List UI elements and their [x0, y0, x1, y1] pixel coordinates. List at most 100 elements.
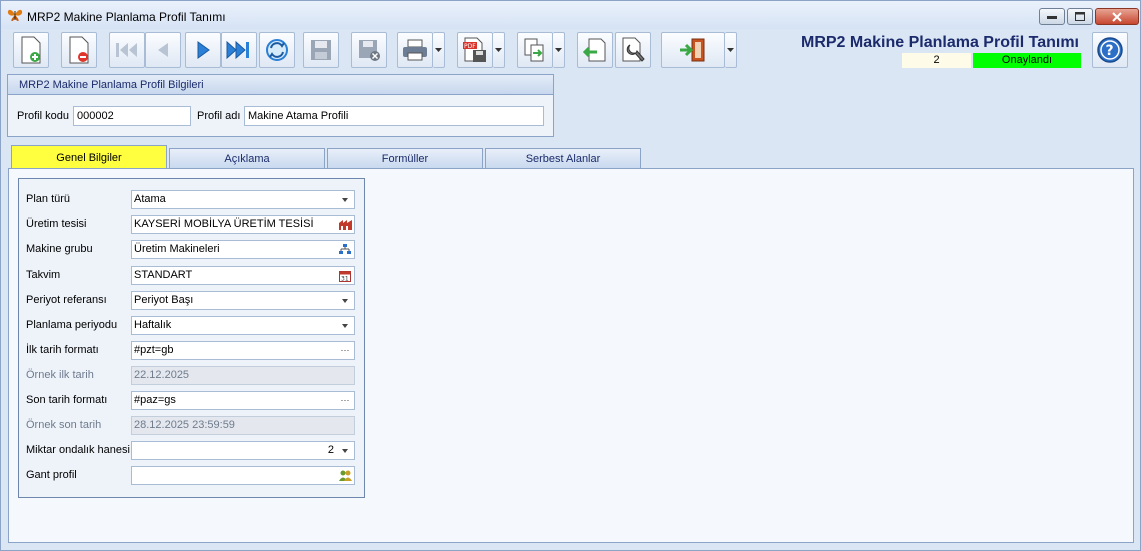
- minimize-button[interactable]: [1039, 8, 1065, 25]
- status-badge: Onaylandı: [973, 53, 1081, 68]
- tab-panel-genel-bilgiler: Plan türü Atama Üretim tesisi KAYSERİ MO…: [8, 168, 1134, 543]
- ellipsis-icon[interactable]: ···: [337, 393, 353, 408]
- exit-dropdown[interactable]: [725, 32, 737, 68]
- gantt-profile-label: Gant profil: [26, 469, 77, 481]
- profile-name-label: Profil adı: [197, 110, 241, 122]
- save-icon: [311, 40, 331, 60]
- production-facility-value: KAYSERİ MOBİLYA ÜRETİM TESİSİ: [134, 218, 314, 230]
- period-reference-value: Periyot Başı: [134, 294, 194, 306]
- planning-period-label: Planlama periyodu: [26, 319, 118, 331]
- last-record-icon: [226, 40, 249, 60]
- import-button[interactable]: [577, 32, 613, 68]
- refresh-button[interactable]: [259, 32, 295, 68]
- help-button[interactable]: ?: [1092, 32, 1128, 68]
- quantity-decimals-value: 2: [327, 444, 334, 456]
- chevron-down-icon: [495, 48, 502, 52]
- planning-period-select[interactable]: Haftalık: [131, 316, 355, 335]
- save-close-button[interactable]: [351, 32, 387, 68]
- gantt-profile-field[interactable]: [131, 466, 355, 485]
- print-icon: [403, 39, 427, 61]
- pdf-button[interactable]: PDF: [457, 32, 493, 68]
- previous-record-button[interactable]: [145, 32, 181, 68]
- first-date-format-field[interactable]: #pzt=gb ···: [131, 341, 355, 360]
- minimize-icon: [1047, 15, 1057, 19]
- pdf-dropdown[interactable]: [493, 32, 505, 68]
- last-date-format-value: #paz=gs: [134, 394, 176, 406]
- tab-aciklama[interactable]: Açıklama: [169, 148, 325, 168]
- first-record-button[interactable]: [109, 32, 145, 68]
- maximize-button[interactable]: [1067, 8, 1093, 25]
- delete-document-icon: [69, 36, 89, 64]
- new-document-icon: [21, 36, 41, 64]
- help-icon: ?: [1097, 37, 1123, 63]
- calendar-field[interactable]: STANDART 31: [131, 266, 355, 285]
- record-count: 2: [902, 53, 971, 68]
- main-window: MRP2 Makine Planlama Profil Tanımı PDF M…: [0, 0, 1141, 551]
- next-record-icon: [197, 41, 210, 59]
- close-button[interactable]: [1095, 8, 1139, 25]
- profile-code-field[interactable]: 000002: [73, 106, 191, 126]
- page-title: MRP2 Makine Planlama Profil Tanımı: [801, 34, 1079, 51]
- last-record-button[interactable]: [221, 32, 257, 68]
- last-date-format-field[interactable]: #paz=gs ···: [131, 391, 355, 410]
- tab-formuller[interactable]: Formüller: [327, 148, 483, 168]
- refresh-icon: [266, 39, 288, 61]
- exit-button[interactable]: [661, 32, 725, 68]
- chevron-down-icon[interactable]: [337, 318, 353, 333]
- maximize-icon: [1075, 12, 1085, 21]
- plan-type-label: Plan türü: [26, 193, 71, 205]
- print-button[interactable]: [397, 32, 433, 68]
- factory-icon[interactable]: [337, 217, 353, 232]
- sample-last-date-label: Örnek son tarih: [26, 419, 102, 431]
- close-icon: [1112, 11, 1122, 22]
- svg-text:31: 31: [341, 275, 349, 282]
- sample-first-date-label: Örnek ilk tarih: [26, 369, 94, 381]
- planning-period-value: Haftalık: [134, 319, 172, 331]
- chevron-down-icon[interactable]: [337, 192, 353, 207]
- production-facility-field[interactable]: KAYSERİ MOBİLYA ÜRETİM TESİSİ: [131, 215, 355, 234]
- hierarchy-icon[interactable]: [337, 242, 353, 257]
- export-dropdown[interactable]: [553, 32, 565, 68]
- settings-button[interactable]: [615, 32, 651, 68]
- window-title: MRP2 Makine Planlama Profil Tanımı: [27, 10, 226, 24]
- plan-type-select[interactable]: Atama: [131, 190, 355, 209]
- save-button[interactable]: [303, 32, 339, 68]
- export-button[interactable]: [517, 32, 553, 68]
- chevron-down-icon: [555, 48, 562, 52]
- first-date-format-value: #pzt=gb: [134, 344, 174, 356]
- svg-text:PDF: PDF: [464, 43, 476, 50]
- tab-genel-bilgiler[interactable]: Genel Bilgiler: [11, 145, 167, 169]
- chevron-down-icon[interactable]: [337, 293, 353, 308]
- chevron-down-icon[interactable]: [337, 443, 353, 458]
- machine-group-field[interactable]: Üretim Makineleri: [131, 240, 355, 259]
- profile-code-label: Profil kodu: [17, 110, 69, 122]
- sample-first-date-field: 22.12.2025: [131, 366, 355, 385]
- calendar-value: STANDART: [134, 269, 193, 281]
- next-record-button[interactable]: [185, 32, 221, 68]
- pdf-icon: PDF: [463, 37, 486, 62]
- export-icon: [524, 38, 544, 62]
- calendar-icon[interactable]: 31: [337, 268, 353, 283]
- ellipsis-icon[interactable]: ···: [337, 343, 353, 358]
- import-icon: [582, 38, 606, 62]
- svg-text:?: ?: [1106, 43, 1114, 59]
- print-dropdown[interactable]: [433, 32, 445, 68]
- profile-info-group: MRP2 Makine Planlama Profil Bilgileri Pr…: [7, 74, 554, 137]
- save-close-icon: [359, 40, 380, 61]
- first-record-icon: [116, 43, 137, 57]
- exit-icon: [680, 38, 705, 62]
- title-bar: MRP2 Makine Planlama Profil Tanımı: [1, 1, 1140, 29]
- new-button[interactable]: [13, 32, 49, 68]
- chevron-down-icon: [727, 48, 734, 52]
- users-icon[interactable]: [337, 468, 353, 483]
- tab-serbest-alanlar[interactable]: Serbest Alanlar: [485, 148, 641, 168]
- profile-name-field[interactable]: Makine Atama Profili: [244, 106, 544, 126]
- delete-button[interactable]: [61, 32, 97, 68]
- period-reference-select[interactable]: Periyot Başı: [131, 291, 355, 310]
- machine-group-value: Üretim Makineleri: [134, 243, 220, 255]
- period-reference-label: Periyot referansı: [26, 294, 107, 306]
- butterfly-app-icon: [7, 9, 23, 21]
- production-facility-label: Üretim tesisi: [26, 218, 87, 230]
- previous-record-icon: [158, 43, 168, 57]
- quantity-decimals-select[interactable]: 2: [131, 441, 355, 460]
